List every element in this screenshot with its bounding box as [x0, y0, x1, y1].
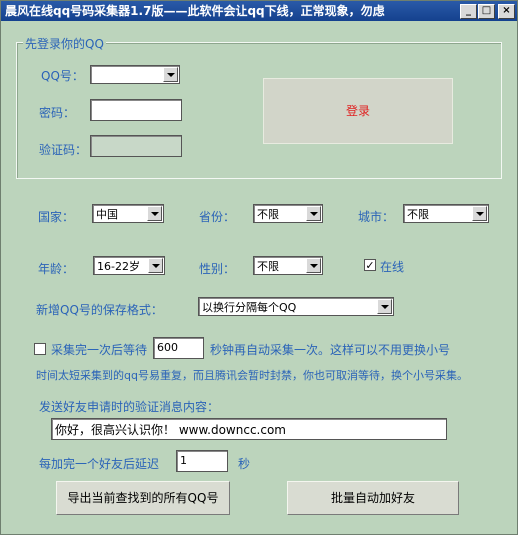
city-arrow-icon[interactable]	[472, 206, 487, 221]
auto-collect-checkbox[interactable]	[34, 343, 46, 355]
checkmark-icon: ✓	[365, 259, 375, 272]
verify-message-input[interactable]: 你好，很高兴认识你！ www.downcc.com	[51, 418, 447, 440]
province-label: 省份：	[199, 210, 236, 224]
save-format-value: 以换行分隔每个QQ	[202, 301, 297, 314]
auto-add-friends-button[interactable]: 批量自动加好友	[287, 481, 459, 515]
age-combo[interactable]: 16-22岁	[93, 256, 165, 275]
title-bar[interactable]: 晨风在线qq号码采集器1.7版——此软件会让qq下线，正常现象，勿虑 _ □ ×	[1, 1, 517, 21]
country-arrow-icon[interactable]	[147, 206, 162, 221]
app-window: 晨风在线qq号码采集器1.7版——此软件会让qq下线，正常现象，勿虑 _ □ ×…	[0, 0, 518, 535]
save-format-arrow-icon[interactable]	[377, 299, 392, 314]
qq-label: QQ号：	[41, 69, 84, 83]
auto-collect-label: 采集完一次后等待	[51, 343, 148, 357]
close-button[interactable]: ×	[498, 4, 515, 19]
minimize-button[interactable]: _	[460, 4, 477, 19]
auto-collect-note: 时间太短采集到的qq号易重复，而且腾讯会暂时封禁，你也可取消等待，换个小号采集。	[36, 369, 468, 382]
country-label: 国家：	[38, 210, 75, 224]
login-group-title: 先登录你的QQ	[23, 35, 106, 52]
captcha-field[interactable]	[90, 135, 182, 157]
save-format-label: 新增QQ号的保存格式：	[36, 303, 163, 317]
login-button[interactable]: 登录	[263, 78, 453, 144]
qq-combo[interactable]	[90, 65, 180, 84]
delay-label: 每加完一个好友后延迟	[39, 457, 160, 471]
auto-collect-suffix: 秒钟再自动采集一次。这样可以不用更换小号	[210, 343, 451, 357]
online-checkbox[interactable]: ✓	[364, 259, 376, 271]
age-label: 年龄：	[38, 262, 75, 276]
gender-label: 性别：	[199, 262, 236, 276]
province-arrow-icon[interactable]	[306, 206, 321, 221]
verify-message-value: 你好，很高兴认识你！ www.downcc.com	[55, 423, 286, 437]
window-title: 晨风在线qq号码采集器1.7版——此软件会让qq下线，正常现象，勿虑	[5, 4, 385, 18]
city-combo[interactable]: 不限	[403, 204, 489, 223]
wait-seconds-input[interactable]: 600	[153, 337, 204, 359]
country-value: 中国	[96, 208, 118, 221]
delay-unit: 秒	[238, 457, 251, 471]
province-combo[interactable]: 不限	[253, 204, 323, 223]
save-format-combo[interactable]: 以换行分隔每个QQ	[198, 297, 394, 316]
online-label: 在线	[380, 260, 405, 274]
qq-combo-arrow-icon[interactable]	[163, 67, 178, 82]
city-value: 不限	[407, 208, 429, 221]
gender-combo[interactable]: 不限	[253, 256, 323, 275]
captcha-label: 验证码：	[39, 143, 88, 157]
gender-arrow-icon[interactable]	[306, 258, 321, 273]
age-value: 16-22岁	[97, 260, 140, 273]
province-value: 不限	[257, 208, 279, 221]
delay-value: 1	[180, 454, 187, 467]
maximize-button[interactable]: □	[478, 4, 495, 19]
city-label: 城市：	[358, 210, 395, 224]
gender-value: 不限	[257, 260, 279, 273]
age-arrow-icon[interactable]	[148, 258, 163, 273]
export-qq-button[interactable]: 导出当前查找到的所有QQ号	[56, 481, 230, 515]
country-combo[interactable]: 中国	[92, 204, 164, 223]
wait-seconds-value: 600	[157, 341, 178, 354]
password-label: 密码：	[39, 106, 76, 120]
verify-message-label: 发送好友申请时的验证消息内容：	[39, 400, 220, 414]
password-field[interactable]	[90, 99, 182, 121]
delay-input[interactable]: 1	[176, 450, 228, 472]
